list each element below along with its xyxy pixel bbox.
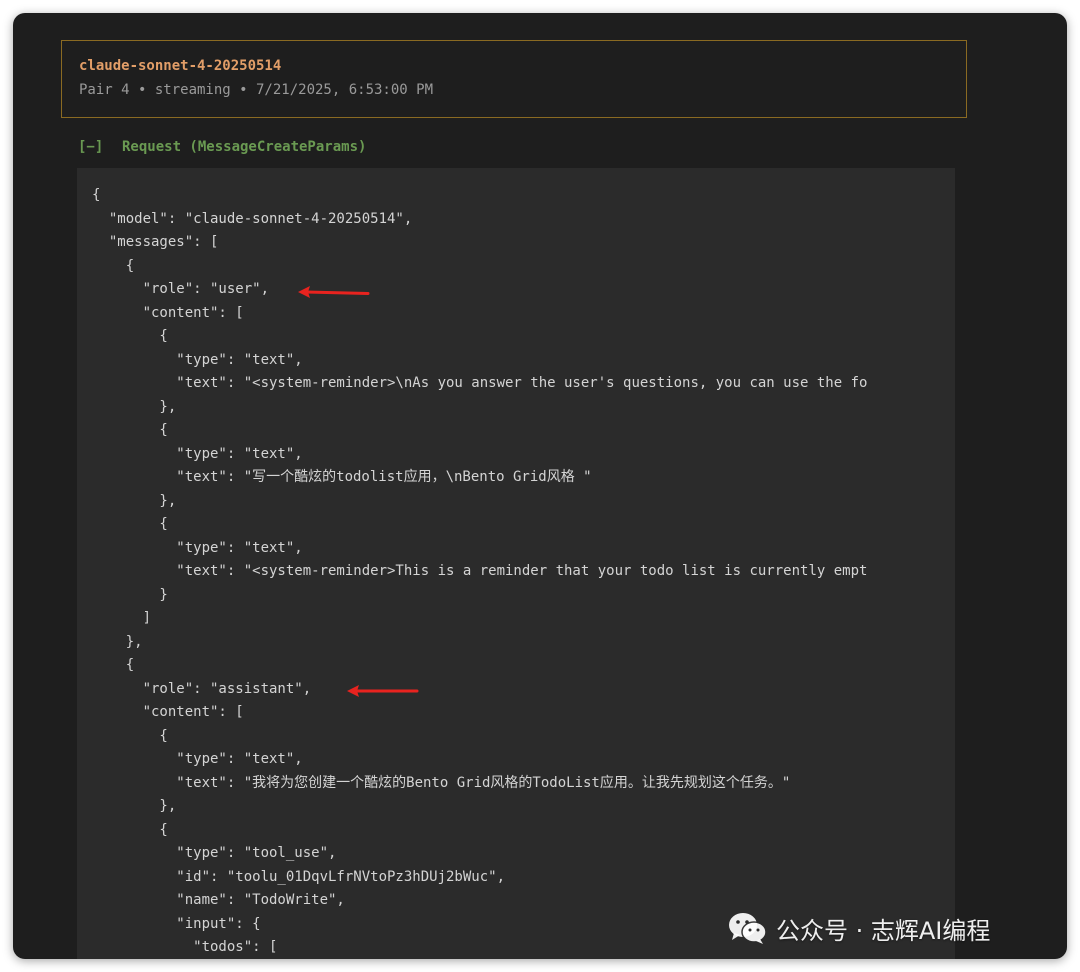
- code-line: {: [92, 422, 168, 438]
- code-line: ]: [92, 610, 152, 626]
- code-line: "type": "tool_use",: [92, 845, 337, 861]
- pair-meta: Pair 4 • streaming • 7/21/2025, 6:53:00 …: [79, 82, 434, 98]
- code-line: "text": "我将为您创建一个酷炫的Bento Grid风格的TodoLis…: [92, 774, 791, 791]
- code-line: "role": "assistant",: [92, 680, 312, 697]
- code-line: "content": [: [92, 704, 244, 720]
- code-line: }: [92, 586, 168, 603]
- code-block: { "model": "claude-sonnet-4-20250514", "…: [92, 184, 867, 959]
- code-line: "content": [: [92, 304, 244, 321]
- code-line: "type": "text",: [92, 351, 303, 368]
- code-line: {: [92, 821, 168, 838]
- app-window: claude-sonnet-4-20250514 Pair 4 • stream…: [13, 13, 1067, 959]
- code-line: "messages": [: [92, 234, 219, 250]
- watermark: 公众号 · 志辉AI编程: [728, 908, 990, 948]
- wechat-icon: [729, 913, 767, 944]
- code-line: "type": "text",: [92, 445, 303, 462]
- code-line: {: [92, 328, 168, 344]
- code-line: },: [92, 492, 177, 509]
- code-line: {: [92, 257, 135, 274]
- code-line: },: [92, 798, 177, 814]
- model-name: claude-sonnet-4-20250514: [79, 58, 282, 74]
- code-line: "type": "text",: [92, 539, 303, 556]
- request-json-panel[interactable]: { "model": "claude-sonnet-4-20250514", "…: [77, 168, 955, 959]
- code-line: {: [92, 516, 168, 532]
- annotation-arrow-icon: [298, 286, 370, 298]
- code-line: {: [92, 187, 101, 203]
- watermark-text: 公众号 · 志辉AI编程: [776, 916, 991, 945]
- code-line: "text": "写一个酷炫的todolist应用，\nBento Grid风格…: [92, 469, 592, 485]
- code-line: "text": "<system-reminder>\nAs you answe…: [92, 375, 868, 391]
- code-line: "id": "toolu_01DqvLfrNVtoPz3hDUj2bWuc",: [92, 868, 506, 885]
- code-line: {: [92, 657, 135, 673]
- collapse-toggle-button[interactable]: [−]: [78, 139, 103, 155]
- code-line: },: [92, 398, 177, 415]
- request-section-title[interactable]: Request (MessageCreateParams): [122, 139, 366, 155]
- code-line: "role": "user",: [92, 281, 270, 297]
- code-line: "model": "claude-sonnet-4-20250514",: [92, 210, 413, 227]
- code-line: {: [92, 727, 168, 744]
- code-line: "type": "text",: [92, 751, 303, 767]
- code-line: },: [92, 633, 143, 650]
- annotation-arrow-icon: [347, 685, 419, 697]
- code-line: "text": "<system-reminder>This is a remi…: [92, 563, 868, 579]
- pair-header: claude-sonnet-4-20250514 Pair 4 • stream…: [61, 40, 967, 118]
